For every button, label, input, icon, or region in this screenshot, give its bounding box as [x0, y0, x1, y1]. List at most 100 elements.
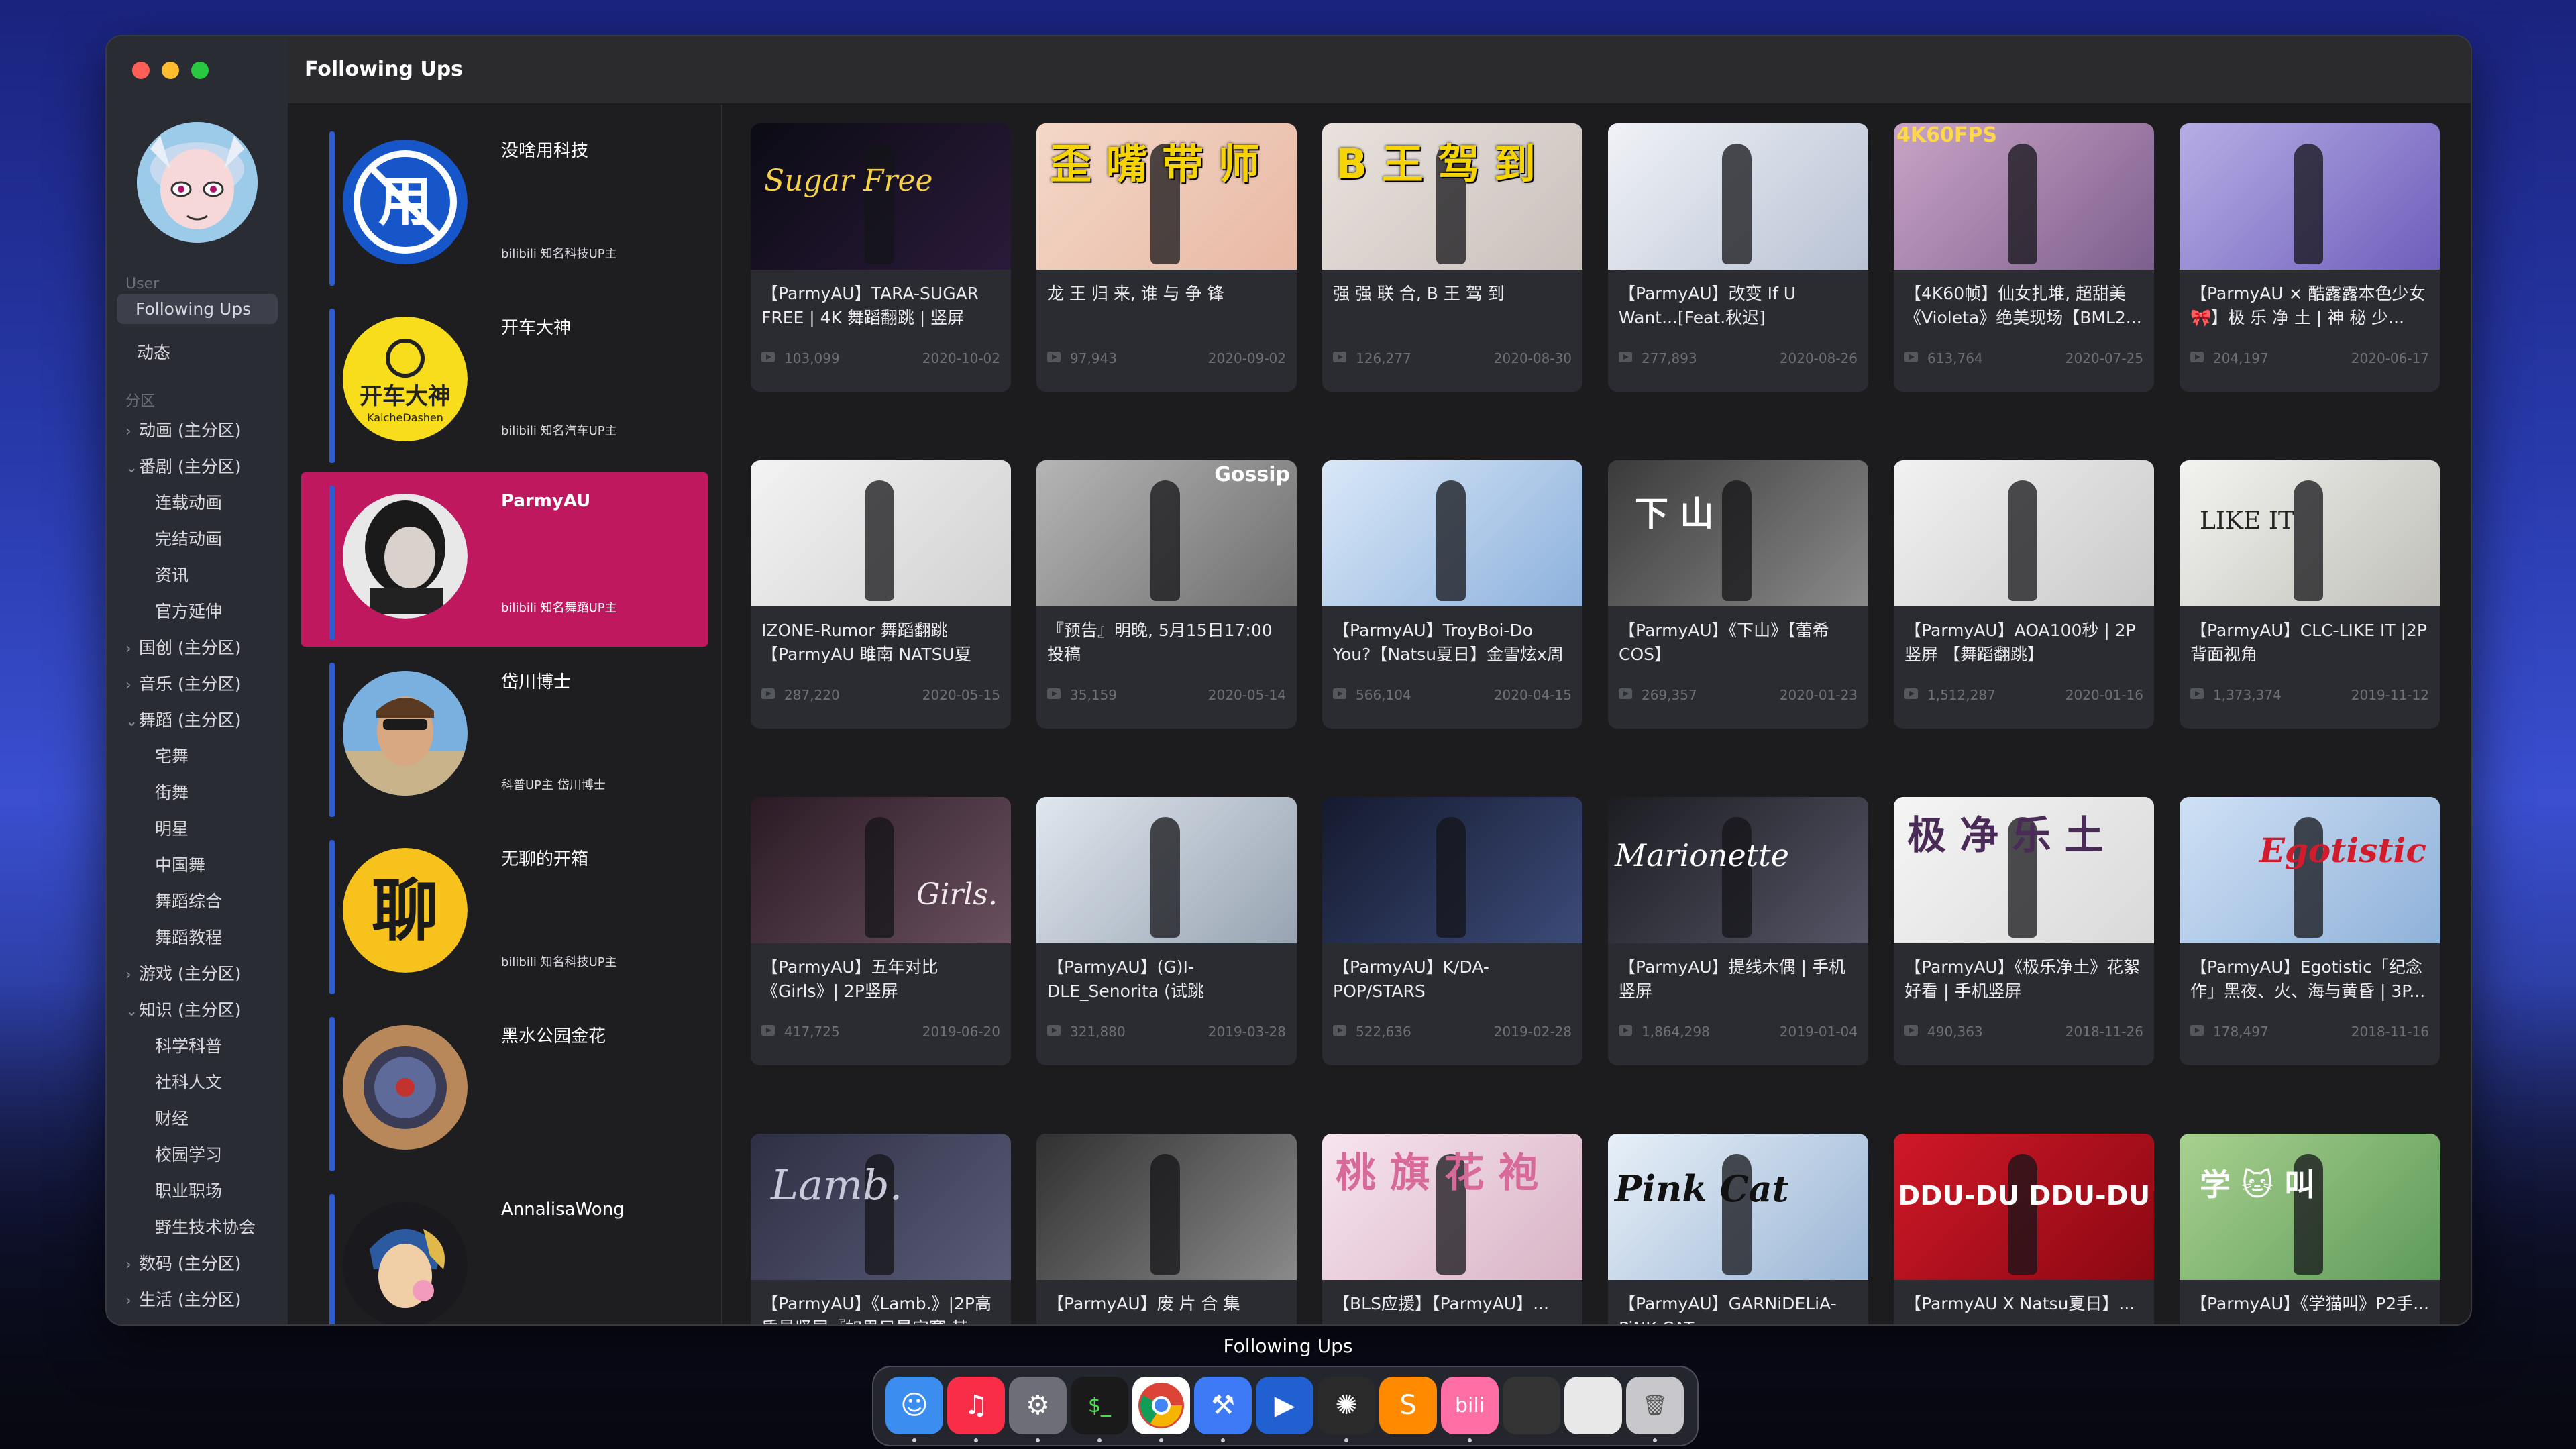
sidebar-item-otaku-dance[interactable]: 宅舞 [155, 743, 189, 767]
video-card[interactable]: DDU-DU DDU-DU 【ParmyAU X Natsu夏日】... [1894, 1134, 2154, 1324]
up-card[interactable]: 岱川博士 科普UP主 岱川博士 [301, 649, 708, 824]
video-thumbnail[interactable]: 学 🐱 叫 [2180, 1134, 2440, 1280]
bilibili-icon[interactable]: bili [1441, 1377, 1499, 1434]
video-thumbnail[interactable]: 下 山 [1608, 460, 1868, 606]
video-card[interactable]: 【ParmyAU × 酷露露本色少女🎀】极 乐 净 土 | 神 秘 少... 20… [2180, 123, 2440, 392]
sidebar-item-humanities[interactable]: 社科人文 [155, 1069, 222, 1093]
up-card[interactable]: 黑水公园金花 [301, 1004, 708, 1178]
video-card[interactable]: Pink Cat 【ParmyAU】GARNiDELiA-PiNK CAT... [1608, 1134, 1868, 1324]
sidebar-item-tech-association[interactable]: 野生技术协会 [155, 1214, 256, 1238]
up-card[interactable]: 开车大神 KaicheDashen 开车大神 bilibili 知名汽车UP主 [301, 295, 708, 470]
video-thumbnail[interactable]: DDU-DU DDU-DU [1894, 1134, 2154, 1280]
sidebar-item-game[interactable]: › 游戏 (主分区) [125, 961, 241, 985]
video-card[interactable]: Lamb. 【ParmyAU】《Lamb.》|2P高质量竖屏『如果只是完赛,其..… [751, 1134, 1011, 1324]
sidebar-item-life[interactable]: › 生活 (主分区) [125, 1287, 241, 1311]
video-card[interactable]: 【ParmyAU】改变 If U Want...[Feat.秋迟] 277,893… [1608, 123, 1868, 392]
sidebar-item-music[interactable]: › 音乐 (主分区) [125, 671, 241, 695]
video-card[interactable]: 下 山【ParmyAU】《下山》【蕾希COS】 269,357 2020-01-23 [1608, 460, 1868, 729]
sidebar-item-serial-anime[interactable]: 连载动画 [155, 490, 222, 514]
music-icon[interactable]: ♫ [947, 1377, 1005, 1434]
video-thumbnail[interactable]: LIKE IT [2180, 460, 2440, 606]
sidebar-item-guochuang[interactable]: › 国创 (主分区) [125, 635, 241, 659]
chrome-icon[interactable] [1132, 1377, 1190, 1434]
sidebar-item-following-ups[interactable]: Following Ups [117, 294, 278, 324]
sidebar-item-chinese-dance[interactable]: 中国舞 [155, 852, 205, 876]
up-card[interactable]: 聊 无聊的开箱 bilibili 知名科技UP主 [301, 826, 708, 1001]
finder-icon[interactable]: ☺ [885, 1377, 943, 1434]
video-card[interactable]: Sugar Free 【ParmyAU】TARA-SUGAR FREE | 4K … [751, 123, 1011, 392]
video-card[interactable]: 极 净 乐 土【ParmyAU】《极乐净土》花絮好看 | 手机竖屏 490,363… [1894, 797, 2154, 1065]
sidebar-item-finance[interactable]: 财经 [155, 1106, 189, 1130]
video-card[interactable]: Egotistic 【ParmyAU】Egotistic「纪念作」黑夜、火、海与黄… [2180, 797, 2440, 1065]
sidebar-item-news[interactable]: 资讯 [155, 562, 189, 586]
sidebar-item-dance[interactable]: ⌄舞蹈 (主分区) [125, 707, 241, 731]
xcode-icon[interactable]: ⚒ [1194, 1377, 1252, 1434]
accent-bar [329, 309, 335, 463]
video-thumbnail[interactable]: Lamb. [751, 1134, 1011, 1280]
sublime-icon[interactable]: S [1379, 1377, 1437, 1434]
video-card[interactable]: 【ParmyAU】(G)I-DLE_Senorita (试跳 321,880 201… [1036, 797, 1297, 1065]
video-card[interactable]: 【ParmyAU】AOA100秒 | 2P竖屏 【舞蹈翻跳】 1,512,287 2… [1894, 460, 2154, 729]
video-card[interactable]: 学 🐱 叫【ParmyAU】《学猫叫》P2手... [2180, 1134, 2440, 1324]
video-thumbnail[interactable]: B 王 驾 到 [1322, 123, 1582, 270]
zoom-window-button[interactable] [191, 62, 209, 79]
sidebar-item-dynamics[interactable]: 动态 [137, 339, 170, 364]
video-thumbnail[interactable] [1894, 460, 2154, 606]
video-card[interactable]: IZONE-Rumor 舞蹈翻跳【ParmyAU 雎南 NATSU夏日... 28… [751, 460, 1011, 729]
video-thumbnail[interactable]: Marionette [1608, 797, 1868, 943]
sidebar-item-science[interactable]: 科学科普 [155, 1033, 222, 1057]
quicktime-icon[interactable]: ▶ [1256, 1377, 1313, 1434]
video-thumbnail[interactable] [1322, 460, 1582, 606]
video-thumbnail[interactable]: Girls. [751, 797, 1011, 943]
video-thumbnail[interactable] [1036, 1134, 1297, 1280]
up-card[interactable]: AnnalisaWong [301, 1181, 708, 1324]
sidebar-item-finished-anime[interactable]: 完结动画 [155, 526, 222, 550]
window-thumbnail-2-icon[interactable] [1564, 1377, 1622, 1434]
sidebar-item-anime[interactable]: › 动画 (主分区) [125, 417, 241, 441]
video-card[interactable]: LIKE IT 【ParmyAU】CLC-LIKE IT |2P背面视角 1,373… [2180, 460, 2440, 729]
video-thumbnail[interactable] [751, 460, 1011, 606]
sidebar-item-career[interactable]: 职业职场 [155, 1178, 222, 1202]
video-thumbnail[interactable]: 极 净 乐 土 [1894, 797, 2154, 943]
sidebar-item-street-dance[interactable]: 街舞 [155, 780, 189, 804]
video-card[interactable]: 4K60FPS 【4K60帧】仙女扎堆, 超甜美《Violeta》绝美现场【BML… [1894, 123, 2154, 392]
up-card[interactable]: 用 没啥用科技 bilibili 知名科技UP主 [301, 118, 708, 292]
video-thumbnail[interactable]: Egotistic [2180, 797, 2440, 943]
video-card[interactable]: B 王 驾 到强 强 联 合, B 王 驾 到 126,277 2020-08-30 [1322, 123, 1582, 392]
close-window-button[interactable] [132, 62, 150, 79]
video-card[interactable]: 【ParmyAU】废 片 合 集 [1036, 1134, 1297, 1324]
video-thumbnail[interactable]: 歪 嘴 带 师 [1036, 123, 1297, 270]
terminal-icon[interactable]: $_ [1071, 1377, 1128, 1434]
video-thumbnail[interactable]: Sugar Free [751, 123, 1011, 270]
sidebar-item-dance-general[interactable]: 舞蹈综合 [155, 888, 222, 912]
trash-icon[interactable]: 🗑 [1626, 1377, 1684, 1434]
sidebar-item-digital[interactable]: › 数码 (主分区) [125, 1250, 241, 1275]
video-card[interactable]: 桃 旗 花 袍【BLS应援】【ParmyAU】... [1322, 1134, 1582, 1324]
user-avatar[interactable] [137, 122, 258, 243]
video-thumbnail[interactable] [1608, 123, 1868, 270]
video-thumbnail[interactable]: 4K60FPS [1894, 123, 2154, 270]
video-thumbnail[interactable]: Gossip [1036, 460, 1297, 606]
video-card[interactable]: Gossip 『预告』明晚, 5月15日17:00投稿 35,159 2020-05-… [1036, 460, 1297, 729]
sidebar-item-dance-tutorial[interactable]: 舞蹈教程 [155, 924, 222, 949]
sidebar-item-star[interactable]: 明星 [155, 816, 189, 840]
video-thumbnail[interactable]: Pink Cat [1608, 1134, 1868, 1280]
sidebar-item-knowledge[interactable]: ⌄知识 (主分区) [125, 997, 241, 1021]
spider-app-icon[interactable]: ✺ [1318, 1377, 1375, 1434]
video-card[interactable]: 【ParmyAU】TroyBoi-Do You?【Natsu夏日】金雪炫x周子.… [1322, 460, 1582, 729]
video-thumbnail[interactable] [2180, 123, 2440, 270]
window-thumbnail-1-icon[interactable] [1503, 1377, 1560, 1434]
sidebar-item-official[interactable]: 官方延伸 [155, 598, 222, 623]
minimize-window-button[interactable] [162, 62, 179, 79]
sidebar-item-campus[interactable]: 校园学习 [155, 1142, 222, 1166]
video-card[interactable]: 【ParmyAU】K/DA-POP/STARS 522,636 2019-02-28 [1322, 797, 1582, 1065]
video-thumbnail[interactable] [1036, 797, 1297, 943]
video-card[interactable]: 歪 嘴 带 师龙 王 归 来, 谁 与 争 锋 97,943 2020-09-02 [1036, 123, 1297, 392]
video-card[interactable]: Marionette 【ParmyAU】提线木偶 | 手机竖屏 1,864,298 2… [1608, 797, 1868, 1065]
video-thumbnail[interactable]: 桃 旗 花 袍 [1322, 1134, 1582, 1280]
system-preferences-icon[interactable]: ⚙ [1009, 1377, 1067, 1434]
video-thumbnail[interactable] [1322, 797, 1582, 943]
up-card-selected[interactable]: ParmyAU bilibili 知名舞蹈UP主 [301, 472, 708, 647]
video-card[interactable]: Girls. 【ParmyAU】五年对比《Girls》| 2P竖屏 417,725 2… [751, 797, 1011, 1065]
sidebar-item-bangumi[interactable]: ⌄番剧 (主分区) [125, 453, 241, 478]
